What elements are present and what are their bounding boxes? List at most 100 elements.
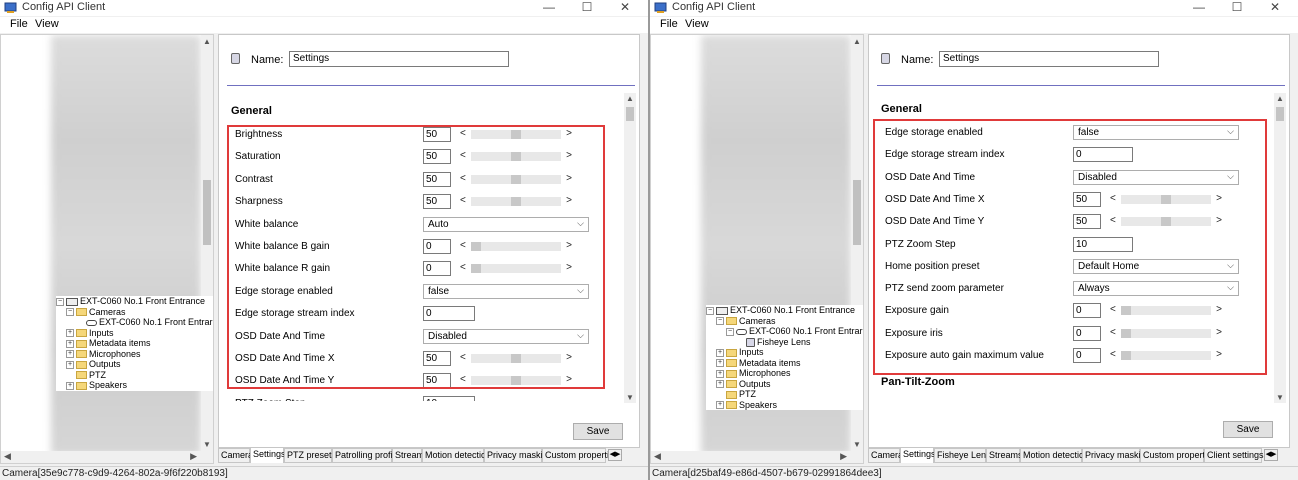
expand-icon[interactable]: + — [66, 339, 74, 348]
tab-privacy-masking[interactable]: Privacy masking — [1082, 448, 1151, 463]
properties-scrollbar[interactable]: ▲ ▼ — [1274, 93, 1286, 403]
device-tree-pane: ▲ ▼ ◀ ▶ − EXT-C060 No.1 Front Entrance − Camera… — [650, 34, 864, 464]
tree-item[interactable]: + Microphones — [56, 349, 213, 360]
scroll-up-icon[interactable]: ▲ — [201, 37, 213, 46]
tab-camera[interactable]: Camera — [868, 448, 903, 463]
expand-icon[interactable]: + — [716, 359, 724, 368]
tab-strip: Camera Settings PTZ presets Patrolling prof… — [218, 447, 642, 464]
tab-streams[interactable]: Streams — [986, 448, 1023, 463]
expand-icon[interactable]: + — [66, 381, 74, 390]
tree-item[interactable]: + Speakers — [56, 380, 213, 391]
tree-item[interactable]: PTZ — [706, 389, 863, 400]
expand-icon[interactable]: + — [66, 350, 74, 359]
tree-item[interactable]: − EXT-C060 No.1 Front Entrance — [706, 305, 863, 316]
tree-item[interactable]: + Outputs — [56, 359, 213, 370]
scroll-down-icon[interactable]: ▼ — [1274, 393, 1286, 402]
collapse-icon[interactable]: − — [726, 327, 734, 336]
tab-scroll-icon[interactable]: ◀▶ — [608, 449, 622, 461]
name-field[interactable]: Settings — [289, 51, 509, 67]
tree-item[interactable]: EXT-C060 No.1 Front Entrar — [56, 317, 213, 328]
properties-scrollbar[interactable]: ▲ ▼ — [624, 93, 636, 403]
scroll-right-icon[interactable]: ▶ — [840, 451, 847, 462]
expand-icon[interactable]: + — [716, 380, 724, 389]
name-label: Name: — [901, 54, 934, 66]
tab-camera[interactable]: Camera — [218, 448, 253, 463]
menu-file[interactable]: File — [660, 18, 678, 30]
tab-motion-detection[interactable]: Motion detection — [422, 448, 491, 463]
scroll-down-icon[interactable]: ▼ — [201, 440, 213, 449]
scroll-thumb[interactable] — [626, 107, 634, 121]
save-button[interactable]: Save — [1223, 421, 1273, 438]
tree-item[interactable]: PTZ — [56, 370, 213, 381]
tree-item[interactable]: + Metadata items — [706, 358, 863, 369]
tab-ptz-presets[interactable]: PTZ presets — [284, 448, 336, 463]
menu-view[interactable]: View — [35, 18, 59, 30]
scroll-thumb[interactable] — [853, 180, 861, 245]
tree-item[interactable]: + Outputs — [706, 379, 863, 390]
save-button[interactable]: Save — [573, 423, 623, 440]
tab-fisheye-lens[interactable]: Fisheye Lens — [934, 448, 991, 463]
tree-item[interactable]: − Cameras — [706, 316, 863, 327]
tab-custom-propertie[interactable]: Custom propertie — [542, 448, 614, 463]
tree-item-label: Inputs — [739, 347, 764, 357]
tree-item[interactable]: + Microphones — [706, 368, 863, 379]
menu-file[interactable]: File — [10, 18, 28, 30]
scroll-up-icon[interactable]: ▲ — [1274, 94, 1286, 103]
close-icon[interactable]: ✕ — [1258, 0, 1292, 16]
tab-scroll-icon[interactable]: ◀▶ — [1264, 449, 1278, 461]
scroll-down-icon[interactable]: ▼ — [624, 393, 636, 402]
tree-item-label: Cameras — [89, 306, 126, 317]
tab-privacy-masking[interactable]: Privacy masking — [484, 448, 553, 463]
collapse-icon[interactable]: − — [706, 306, 714, 315]
name-row: Name: Settings — [881, 51, 1281, 71]
name-field[interactable]: Settings — [939, 51, 1159, 67]
tree-item[interactable]: + Inputs — [706, 347, 863, 358]
scroll-left-icon[interactable]: ◀ — [654, 451, 661, 462]
tab-client-settings[interactable]: Client settings — [1204, 448, 1264, 463]
scroll-up-icon[interactable]: ▲ — [624, 94, 636, 103]
window-title: Config API Client — [22, 1, 106, 13]
tab-patrolling-profiles[interactable]: Patrolling profiles — [332, 448, 404, 463]
config-window-left: Config API Client — ☐ ✕ File View ▲ ▼ ◀ ▶ − EXT-C06… — [0, 0, 648, 480]
expand-icon[interactable]: + — [66, 360, 74, 369]
tree-horizontal-scrollbar[interactable]: ◀ ▶ — [651, 451, 863, 463]
expand-icon[interactable]: + — [716, 348, 724, 357]
collapse-icon[interactable]: − — [66, 308, 74, 317]
collapse-icon[interactable]: − — [56, 297, 64, 306]
tab-motion-detection[interactable]: Motion detection — [1020, 448, 1089, 463]
scroll-down-icon[interactable]: ▼ — [851, 440, 863, 449]
tree-item-label: Speakers — [89, 380, 128, 390]
tree-item[interactable]: − Cameras — [56, 306, 213, 318]
scroll-thumb[interactable] — [1276, 107, 1284, 121]
maximize-icon[interactable]: ☐ — [570, 0, 604, 16]
scroll-left-icon[interactable]: ◀ — [4, 451, 11, 462]
minimize-icon[interactable]: — — [1182, 0, 1216, 16]
collapse-icon[interactable]: − — [716, 317, 724, 326]
menu-bar: File View — [650, 17, 1298, 33]
tree-horizontal-scrollbar[interactable]: ◀ ▶ — [1, 451, 213, 463]
scroll-up-icon[interactable]: ▲ — [851, 37, 863, 46]
tree-item[interactable]: Fisheye Lens — [706, 337, 863, 348]
tab-custom-properties[interactable]: Custom properties — [1140, 448, 1217, 463]
property-text-field[interactable]: 10 — [423, 395, 475, 401]
minimize-icon[interactable]: — — [532, 0, 566, 16]
tab-streams[interactable]: Streams — [392, 448, 429, 463]
folder-icon — [76, 360, 87, 369]
expand-icon[interactable]: + — [66, 329, 74, 338]
tree-item[interactable]: + Inputs — [56, 328, 213, 339]
tree-item[interactable]: − EXT-C060 No.1 Front Entrar — [706, 326, 863, 337]
tree-item[interactable]: + Speakers — [706, 400, 863, 411]
expand-icon[interactable]: + — [716, 369, 724, 378]
scroll-right-icon[interactable]: ▶ — [190, 451, 197, 462]
tab-settings[interactable]: Settings — [900, 447, 936, 463]
tree-item-label: Metadata items — [89, 338, 151, 348]
close-icon[interactable]: ✕ — [608, 0, 642, 16]
tab-settings[interactable]: Settings — [250, 447, 286, 463]
expand-icon[interactable]: + — [716, 401, 724, 410]
scroll-thumb[interactable] — [203, 180, 211, 245]
tree-item[interactable]: − EXT-C060 No.1 Front Entrance — [56, 296, 213, 307]
maximize-icon[interactable]: ☐ — [1220, 0, 1254, 16]
menu-view[interactable]: View — [685, 18, 709, 30]
tree-item[interactable]: + Metadata items — [56, 338, 213, 349]
folder-icon — [726, 390, 737, 399]
